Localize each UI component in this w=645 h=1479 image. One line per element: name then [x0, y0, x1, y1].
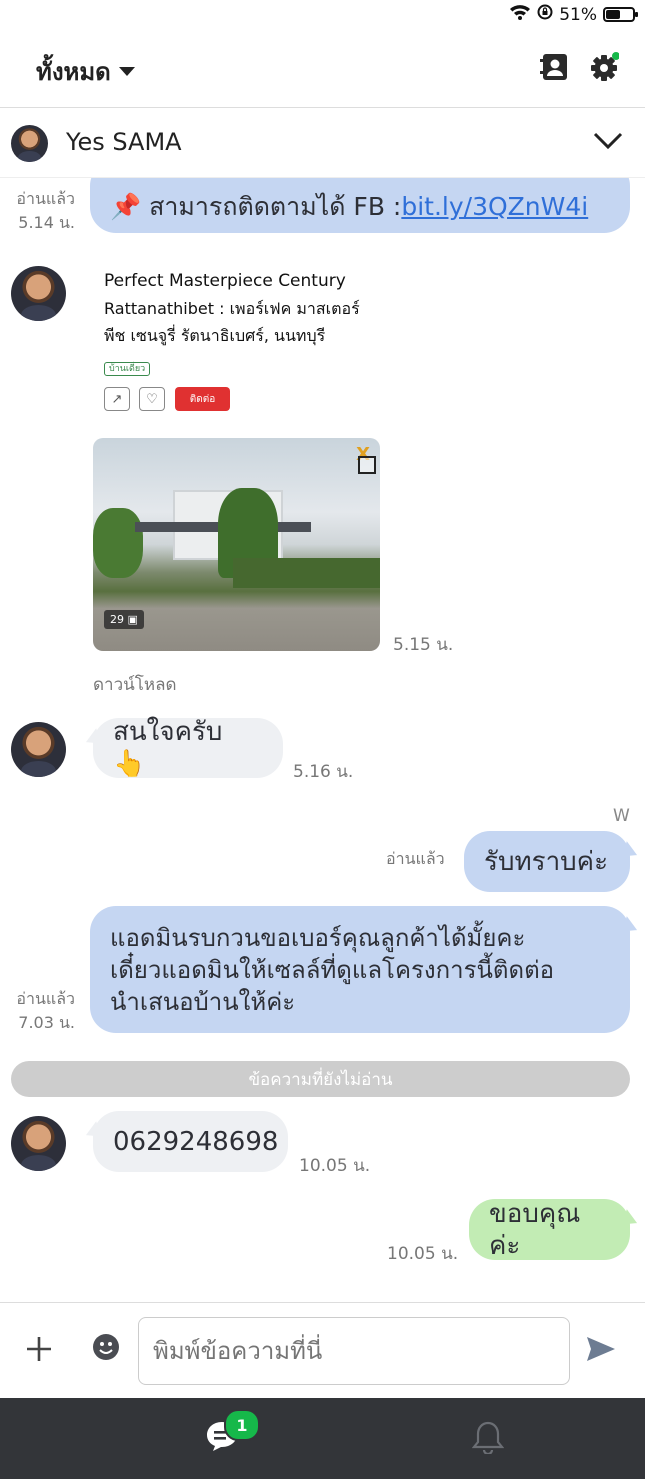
- message-text-line: แอดมินรบกวนขอเบอร์คุณลูกค้าได้มั้ยคะ: [110, 924, 526, 952]
- unread-count-badge: 1: [224, 1409, 260, 1441]
- listing-title: Perfect Masterpiece Century: [104, 271, 346, 291]
- battery-icon: [603, 7, 638, 22]
- rotation-lock-icon: [537, 4, 553, 25]
- message-bubble-outgoing[interactable]: รับทราบค่ะ: [464, 831, 630, 892]
- message-text: ขอบคุณค่ะ: [489, 1198, 581, 1261]
- plus-icon[interactable]: [25, 1335, 53, 1367]
- caret-down-icon: [118, 67, 135, 76]
- message-read-status: อ่านแล้ว: [386, 849, 445, 868]
- emoji-icon[interactable]: [92, 1333, 120, 1365]
- message-text-line: เดี๋ยวแอดมินให้เซลล์ที่ดูแลโครงการนี้ติด…: [110, 956, 555, 984]
- message-time: 5.16 น.: [293, 762, 354, 782]
- status-bar: 51%: [0, 0, 645, 30]
- message-text: 0629248698: [113, 1126, 279, 1157]
- wifi-icon: [509, 4, 531, 25]
- download-link[interactable]: ดาวน์โหลด: [93, 671, 177, 698]
- message-time: 10.05 น.: [387, 1244, 459, 1264]
- battery-percent: 51%: [559, 4, 597, 25]
- contacts-icon[interactable]: [540, 52, 570, 82]
- expand-icon[interactable]: [358, 456, 376, 474]
- message-read-status: อ่านแล้ว 5.14 น.: [16, 189, 75, 232]
- message-composer: [0, 1302, 645, 1398]
- contact-button[interactable]: ติดต่อ: [175, 387, 230, 411]
- admin-initial-label: W: [613, 806, 630, 826]
- message-time: 10.05 น.: [299, 1156, 371, 1176]
- message-text: สนใจครับ 👆: [113, 717, 223, 779]
- listing-card[interactable]: Perfect Masterpiece Century Rattanathibe…: [104, 268, 404, 349]
- contact-avatar[interactable]: [11, 125, 48, 162]
- listing-title-line3: พีช เซนจูรี่ รัตนาธิเบศร์, นนทบุรี: [104, 326, 326, 345]
- sender-avatar[interactable]: [11, 266, 66, 321]
- listing-title-line2: Rattanathibet : เพอร์เฟค มาสเตอร์: [104, 299, 360, 318]
- listing-photo[interactable]: X 29 ▣: [93, 438, 380, 651]
- filter-label: ทั้งหมด: [36, 58, 111, 86]
- send-icon[interactable]: [586, 1335, 616, 1367]
- sender-avatar[interactable]: [11, 1116, 66, 1171]
- heart-icon[interactable]: ♡: [139, 387, 165, 411]
- message-link[interactable]: bit.ly/3QZnW4i: [401, 191, 588, 223]
- message-bubble-outgoing[interactable]: แอดมินรบกวนขอเบอร์คุณลูกค้าได้มั้ยคะ เดี…: [90, 906, 630, 1033]
- chat-title-bar: Yes SAMA: [0, 108, 645, 178]
- message-text: รับทราบค่ะ: [484, 846, 609, 877]
- message-bubble-incoming[interactable]: สนใจครับ 👆: [93, 717, 283, 779]
- chat-contact-name: Yes SAMA: [66, 128, 182, 156]
- photo-count-badge: 29 ▣: [104, 610, 144, 629]
- chevron-down-icon[interactable]: [592, 130, 624, 156]
- message-bubble-incoming[interactable]: 0629248698: [93, 1111, 288, 1172]
- message-text-line: นำเสนอบ้านให้ค่ะ: [110, 988, 296, 1016]
- unread-divider: ข้อความที่ยังไม่อ่าน: [11, 1061, 630, 1097]
- share-icon[interactable]: ↗: [104, 387, 130, 411]
- sender-avatar[interactable]: [11, 722, 66, 777]
- top-header: ทั้งหมด: [0, 30, 645, 108]
- message-read-status: อ่านแล้ว 7.03 น.: [16, 989, 75, 1032]
- chat-filter-dropdown[interactable]: ทั้งหมด: [36, 52, 135, 91]
- message-time: 5.15 น.: [393, 635, 454, 655]
- settings-gear-icon[interactable]: [589, 52, 620, 82]
- bottom-navigation: [0, 1398, 645, 1479]
- notification-bell-icon[interactable]: [471, 1420, 505, 1458]
- listing-tag: บ้านเดี่ยว: [104, 362, 151, 376]
- message-input[interactable]: [138, 1317, 570, 1385]
- message-text: 📌 สามารถติดตามได้ FB :: [110, 191, 402, 221]
- message-bubble-sent[interactable]: ขอบคุณค่ะ: [469, 1198, 630, 1261]
